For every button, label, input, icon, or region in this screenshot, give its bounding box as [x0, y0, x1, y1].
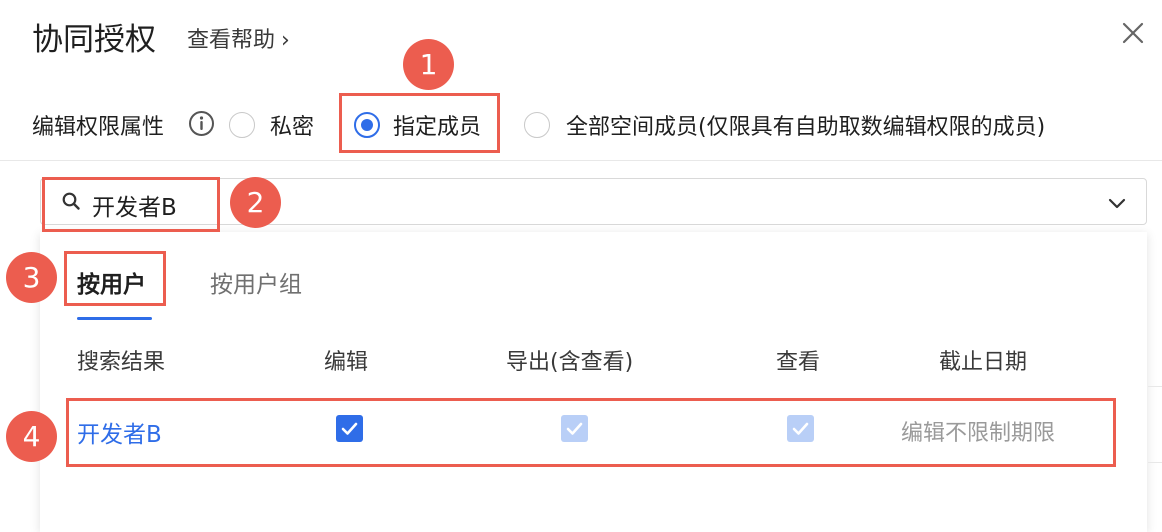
- tab-by-user-group[interactable]: 按用户组: [210, 265, 302, 299]
- close-button[interactable]: [1118, 18, 1148, 48]
- close-icon: [1122, 22, 1144, 44]
- annotation-badge-1: 1: [403, 39, 454, 90]
- annotation-box-2: [42, 177, 220, 232]
- radio-all-members[interactable]: [524, 112, 550, 138]
- radio-private-label[interactable]: 私密: [270, 109, 314, 141]
- annotation-box-1: [339, 93, 500, 153]
- divider: [0, 160, 1162, 161]
- dialog-title: 协同授权: [32, 22, 156, 58]
- background-divider: [1148, 386, 1162, 387]
- background-divider: [1148, 462, 1162, 463]
- radio-private[interactable]: [229, 112, 255, 138]
- permission-label: 编辑权限属性: [32, 115, 165, 140]
- column-header-view: 查看: [776, 350, 821, 375]
- column-header-deadline: 截止日期: [939, 350, 1028, 375]
- chevron-down-icon[interactable]: [1106, 192, 1128, 214]
- column-header-result: 搜索结果: [77, 350, 166, 375]
- help-link[interactable]: 查看帮助 ›: [187, 22, 290, 54]
- info-icon[interactable]: [188, 110, 215, 137]
- chevron-right-icon: ›: [281, 28, 290, 53]
- annotation-badge-2: 2: [230, 177, 281, 228]
- annotation-box-3: [64, 251, 166, 306]
- column-header-edit: 编辑: [324, 350, 369, 375]
- annotation-badge-4: 4: [6, 411, 57, 462]
- active-tab-indicator: [77, 317, 152, 320]
- column-header-export: 导出(含查看): [506, 350, 634, 375]
- help-link-label: 查看帮助: [187, 28, 276, 53]
- search-results-panel: [40, 232, 1147, 532]
- annotation-badge-3: 3: [6, 252, 57, 303]
- radio-all-members-label[interactable]: 全部空间成员(仅限具有自助取数编辑权限的成员): [566, 109, 1045, 141]
- annotation-box-4: [66, 398, 1116, 467]
